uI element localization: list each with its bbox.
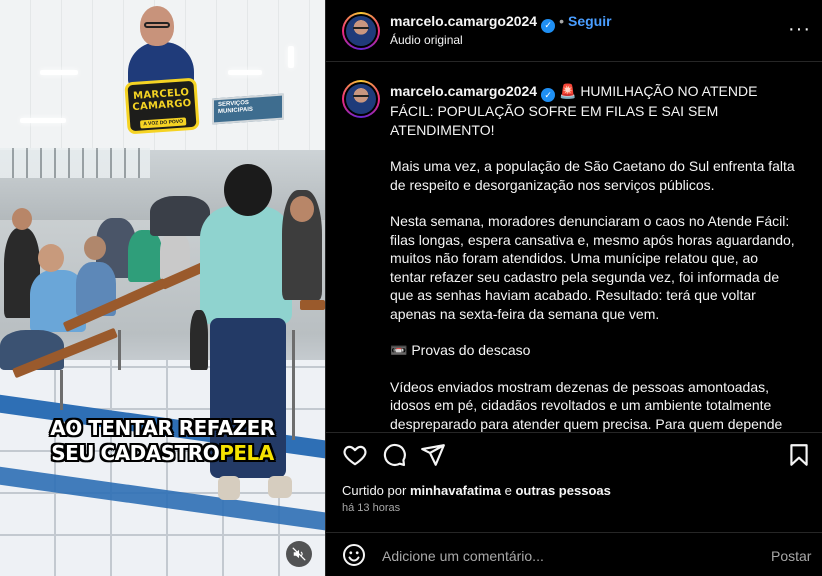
follow-button[interactable]: Seguir [568, 13, 612, 29]
creator-tagline: A VOZ DO POVO [140, 117, 187, 129]
ceiling-lamp [40, 70, 78, 75]
bookmark-icon[interactable] [786, 442, 812, 468]
bench-leg [118, 330, 121, 370]
send-icon[interactable] [420, 442, 446, 468]
ceiling-lamp [228, 70, 262, 75]
audio-link[interactable]: Áudio original [390, 33, 463, 47]
likes-prefix: Curtido por [342, 483, 407, 498]
comment-bar: Adicione um comentário... Postar [326, 532, 822, 576]
caption-paragraph-1: Mais uma vez, a população de São Caetano… [390, 158, 795, 193]
videotape-emoji: 📼 [390, 342, 408, 359]
waiting-bench [300, 300, 325, 310]
avatar-image [346, 84, 376, 114]
caption-username[interactable]: marcelo.camargo2024 [390, 83, 537, 99]
more-options-icon[interactable]: ··· [788, 19, 811, 39]
verified-badge-icon: ✓ [541, 18, 556, 33]
creator-badge: MARCELO CAMARGO A VOZ DO POVO [124, 6, 202, 135]
shoe [268, 476, 292, 498]
header-username[interactable]: marcelo.camargo2024 [390, 13, 537, 29]
caption-title-paragraph: marcelo.camargo2024 ✓ 🚨 HUMILHAÇÃO NO ATE… [390, 82, 796, 139]
header-avatar[interactable] [342, 12, 380, 50]
avatar-image [346, 16, 376, 46]
video-player[interactable]: SERVIÇOS MUNICIPAIS MARCELO CAMARGO A VO… [0, 0, 325, 576]
caption-area: marcelo.camargo2024 ✓ 🚨 HUMILHAÇÃO NO ATE… [326, 62, 822, 432]
person-head [84, 236, 106, 260]
siren-emoji: 🚨 [558, 83, 577, 99]
likes-summary: Curtido por minhavafatima e outras pesso… [342, 483, 611, 498]
header-user-line: marcelo.camargo2024 ✓ • Seguir [390, 13, 612, 33]
creator-name-box: MARCELO CAMARGO A VOZ DO POVO [124, 77, 200, 135]
comment-icon[interactable] [381, 442, 407, 468]
post-comment-button[interactable]: Postar [771, 548, 811, 564]
caption-paragraph-4: Vídeos enviados mostram dezenas de pesso… [390, 378, 783, 432]
likes-user-link[interactable]: minhavafatima [410, 483, 501, 498]
heart-icon[interactable] [342, 442, 368, 468]
video-caption-line2-white: SEU CADASTRO [51, 441, 220, 465]
caption-paragraph-2: Nesta semana, moradores denunciaram o ca… [390, 213, 795, 322]
caption-text: marcelo.camargo2024 ✓ 🚨 HUMILHAÇÃO NO ATE… [390, 82, 796, 432]
post-header: marcelo.camargo2024 ✓ • Seguir Áudio origin… [326, 0, 822, 62]
person-head [38, 244, 64, 272]
caption-avatar[interactable] [342, 80, 380, 118]
likes-others-link[interactable]: outras pessoas [515, 483, 610, 498]
action-bar [326, 432, 822, 476]
post-timestamp[interactable]: há 13 horas [342, 502, 400, 514]
verified-badge-icon: ✓ [541, 88, 556, 103]
seated-person [128, 230, 162, 282]
video-caption-line2: SEU CADASTROPELA [0, 441, 325, 466]
video-windows [0, 148, 150, 178]
ceiling-lamp [288, 46, 294, 68]
ceiling-lamp [20, 118, 66, 123]
speaker-muted-icon [292, 547, 306, 561]
video-caption: AO TENTAR REFAZER SEU CADASTROPELA [0, 416, 325, 466]
instagram-post: SERVIÇOS MUNICIPAIS MARCELO CAMARGO A VO… [0, 0, 822, 576]
likes-conj: e [504, 483, 512, 498]
person-head [12, 208, 32, 230]
comment-input[interactable]: Adicione um comentário... [382, 548, 544, 564]
standing-woman-green-shirt [200, 206, 292, 324]
header-separator: • [559, 13, 564, 29]
post-panel: marcelo.camargo2024 ✓ • Seguir Áudio origin… [325, 0, 822, 576]
creator-glasses [144, 22, 170, 28]
video-caption-highlight: PELA [219, 441, 274, 465]
caption-subheading: Provas do descaso [411, 342, 531, 359]
caption-paragraph-3: 📼 Provas do descaso [390, 341, 796, 360]
standing-person [190, 310, 208, 370]
shoe [218, 476, 240, 500]
video-caption-line1: AO TENTAR REFAZER [50, 416, 275, 440]
person-head [290, 196, 314, 222]
mute-button[interactable] [286, 541, 312, 567]
person-head [224, 164, 272, 216]
emoji-icon[interactable] [342, 543, 366, 567]
bench-leg [60, 370, 63, 410]
